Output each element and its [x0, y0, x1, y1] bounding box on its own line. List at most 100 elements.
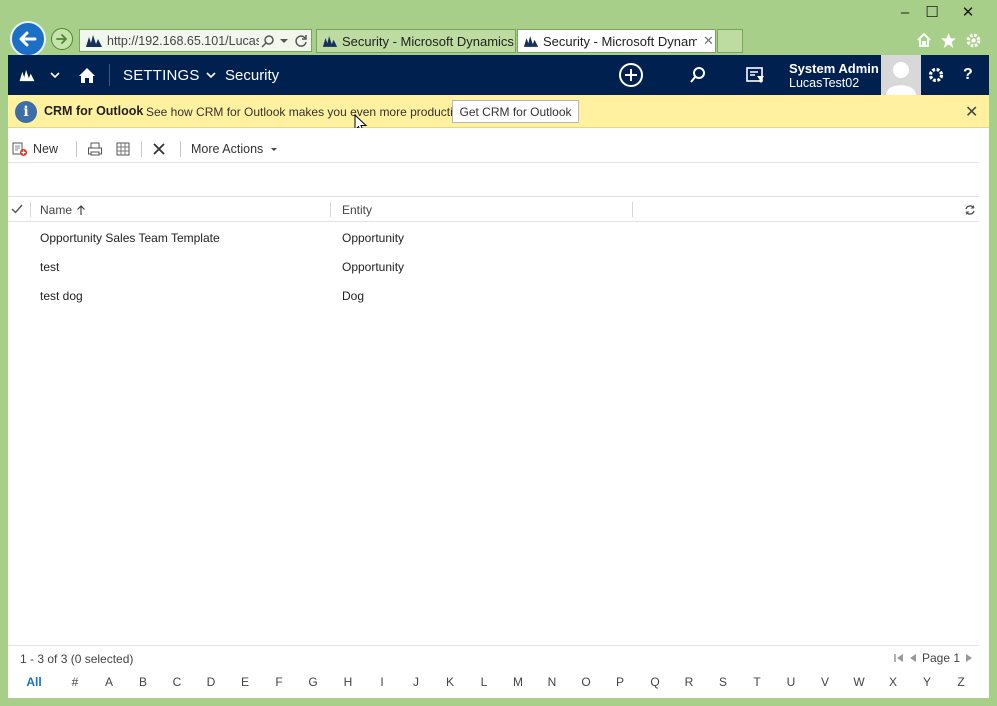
- dropdown-icon[interactable]: [279, 34, 289, 48]
- area-breadcrumb[interactable]: Security: [225, 55, 279, 95]
- tab-title: Security - Microsoft Dynam...: [543, 33, 697, 49]
- forward-button[interactable]: [51, 28, 73, 50]
- dynamics-menu-button[interactable]: [18, 55, 60, 95]
- maximize-button[interactable]: ☐: [917, 2, 947, 22]
- column-separator[interactable]: [632, 202, 633, 217]
- jump-letter[interactable]: G: [303, 675, 323, 689]
- new-record-icon: [12, 142, 27, 156]
- jump-letter[interactable]: A: [99, 675, 119, 689]
- settings-menu[interactable]: SETTINGS: [123, 55, 216, 95]
- export-button[interactable]: [115, 136, 131, 162]
- search-button[interactable]: [689, 55, 707, 95]
- new-button-label: New: [33, 142, 59, 156]
- favorites-star-icon[interactable]: [937, 29, 959, 51]
- jump-letter[interactable]: M: [508, 675, 528, 689]
- jump-all[interactable]: All: [24, 675, 44, 689]
- table-row[interactable]: test dog Dog: [8, 281, 979, 310]
- minimize-button[interactable]: –: [890, 2, 920, 22]
- avatar[interactable]: [881, 55, 921, 95]
- dynamics-favicon: [86, 34, 102, 47]
- jump-letter[interactable]: Y: [917, 675, 937, 689]
- tools-gear-icon[interactable]: [962, 29, 984, 51]
- table-row[interactable]: test Opportunity: [8, 252, 979, 281]
- settings-button[interactable]: [927, 55, 945, 95]
- column-header-entity[interactable]: Entity: [342, 203, 372, 217]
- browser-tab-active[interactable]: Security - Microsoft Dynam... ✕: [517, 29, 716, 53]
- command-bar: New More Actions: [8, 136, 979, 162]
- more-actions-button[interactable]: More Actions: [191, 136, 279, 162]
- jump-letter[interactable]: #: [65, 675, 85, 689]
- area-label: Security: [225, 66, 280, 84]
- browser-tab[interactable]: Security - Microsoft Dynamics ...: [316, 29, 516, 53]
- jump-letter[interactable]: E: [235, 675, 255, 689]
- delete-x-icon: [153, 143, 165, 155]
- print-icon: [88, 142, 103, 156]
- jump-letter[interactable]: B: [133, 675, 153, 689]
- jump-letter[interactable]: X: [883, 675, 903, 689]
- jump-letter[interactable]: D: [201, 675, 221, 689]
- jump-letter[interactable]: J: [406, 675, 426, 689]
- cell-name[interactable]: test dog: [40, 289, 83, 303]
- home-icon[interactable]: [913, 29, 935, 51]
- gear-icon: [928, 67, 944, 83]
- jump-letter[interactable]: L: [474, 675, 494, 689]
- column-header-label: Entity: [342, 203, 373, 217]
- jump-letter[interactable]: H: [338, 675, 358, 689]
- dynamics-favicon: [523, 35, 539, 47]
- help-button[interactable]: ?: [963, 55, 973, 95]
- address-bar[interactable]: http://192.168.65.101/LucasT: [79, 29, 312, 52]
- previous-page-icon[interactable]: [909, 653, 917, 663]
- column-header-name[interactable]: Name: [40, 203, 86, 217]
- jump-letter[interactable]: W: [849, 675, 869, 689]
- delete-button[interactable]: [152, 136, 166, 162]
- dynamics-logo-icon: [19, 69, 35, 81]
- jump-letter[interactable]: Q: [645, 675, 665, 689]
- search-icon: [690, 67, 705, 83]
- column-separator[interactable]: [330, 202, 331, 217]
- refresh-icon[interactable]: [294, 34, 308, 48]
- main-content: New More Actions Name Entity Opportunity…: [8, 128, 989, 698]
- next-page-icon[interactable]: [965, 653, 973, 663]
- refresh-icon[interactable]: [964, 204, 976, 216]
- help-icon: ?: [963, 66, 973, 83]
- jump-letter[interactable]: V: [815, 675, 835, 689]
- print-button[interactable]: [87, 136, 103, 162]
- search-icon[interactable]: [261, 34, 275, 48]
- close-notification-icon[interactable]: ✕: [965, 102, 978, 122]
- back-button[interactable]: [10, 21, 46, 57]
- new-button[interactable]: New: [12, 136, 58, 162]
- jump-letter[interactable]: S: [713, 675, 733, 689]
- table-row[interactable]: Opportunity Sales Team Template Opportun…: [8, 223, 979, 252]
- new-tab-button[interactable]: [717, 29, 743, 53]
- select-all-checkmark-icon[interactable]: [11, 204, 23, 214]
- advanced-find-button[interactable]: [746, 55, 765, 95]
- create-button[interactable]: [618, 55, 644, 95]
- jump-letter[interactable]: K: [440, 675, 460, 689]
- cell-name[interactable]: test: [40, 260, 59, 274]
- user-info[interactable]: System Admin LucasTest02: [789, 55, 879, 95]
- close-window-button[interactable]: ✕: [953, 2, 983, 22]
- jump-letter[interactable]: U: [781, 675, 801, 689]
- tab-close-icon[interactable]: ✕: [703, 33, 714, 49]
- cell-name[interactable]: Opportunity Sales Team Template: [40, 231, 220, 245]
- back-arrow-icon: [19, 31, 37, 47]
- jump-letter[interactable]: F: [269, 675, 289, 689]
- notification-message: See how CRM for Outlook makes you even m…: [146, 105, 469, 119]
- command-bar-divider: [8, 162, 979, 163]
- home-button[interactable]: [78, 55, 96, 95]
- grid-footer: 1 - 3 of 3 (0 selected) Page 1: [8, 645, 979, 669]
- address-url[interactable]: http://192.168.65.101/LucasT: [107, 34, 259, 48]
- get-crm-for-outlook-button[interactable]: Get CRM for Outlook: [452, 100, 579, 123]
- info-icon: i: [15, 101, 37, 123]
- jump-letter[interactable]: P: [610, 675, 630, 689]
- first-page-icon[interactable]: [894, 653, 904, 663]
- jump-letter[interactable]: T: [747, 675, 767, 689]
- alphabet-jump-bar: All # A B C D E F G H I J K L M N O P Q …: [8, 672, 979, 694]
- jump-letter[interactable]: Z: [951, 675, 971, 689]
- cell-entity: Opportunity: [342, 260, 405, 274]
- jump-letter[interactable]: R: [679, 675, 699, 689]
- jump-letter[interactable]: C: [167, 675, 187, 689]
- jump-letter[interactable]: I: [372, 675, 392, 689]
- jump-letter[interactable]: N: [542, 675, 562, 689]
- jump-letter[interactable]: O: [576, 675, 596, 689]
